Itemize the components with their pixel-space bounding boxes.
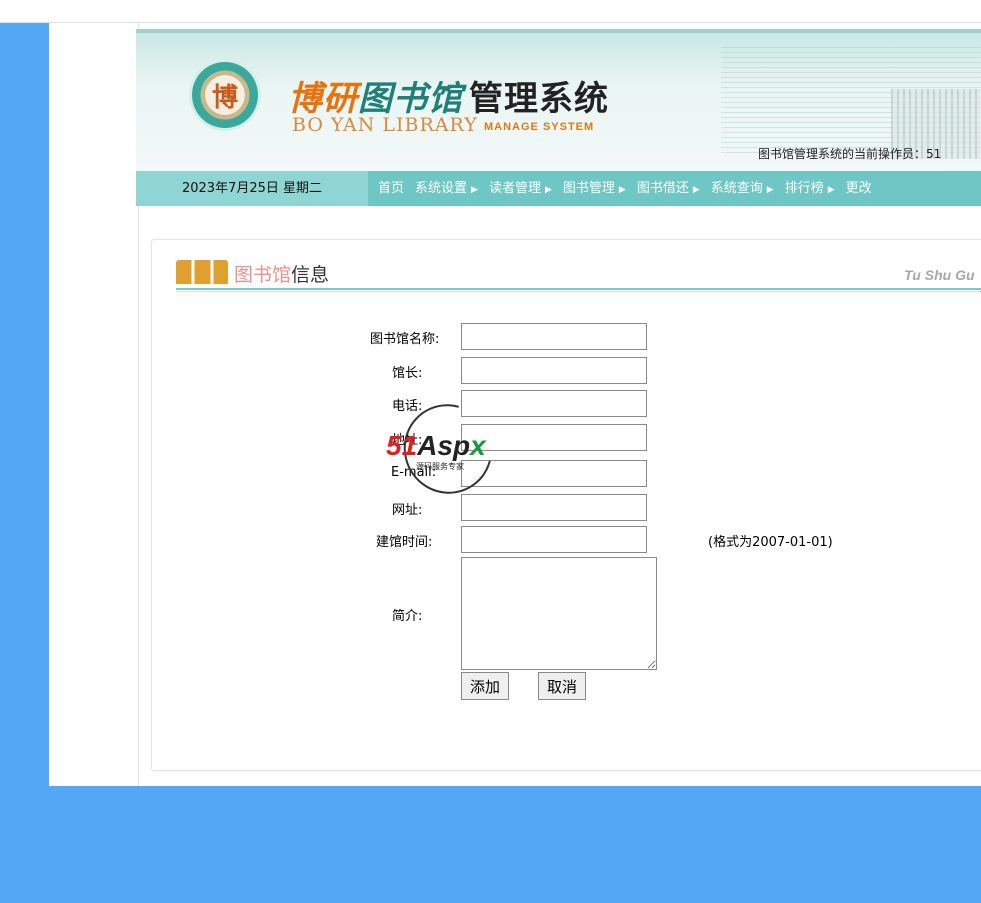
- intro-label: 简介:: [392, 609, 423, 624]
- section-title-en: Tu Shu Gu: [904, 267, 975, 283]
- founded-date-input[interactable]: [461, 526, 647, 553]
- email-label: E-mail:: [391, 465, 437, 480]
- header-banner: 博 博研图书馆 管理系统 BO YAN LIBRARY MANAGE SYSTEM…: [136, 29, 981, 171]
- section-title: 图书馆信息: [234, 264, 330, 286]
- triangle-right-icon: ▶: [471, 185, 478, 195]
- library-name-input[interactable]: [461, 323, 647, 350]
- nav-item-reader-management[interactable]: 读者管理 ▶: [489, 171, 552, 206]
- current-date: 2023年7月25日 星期二: [136, 171, 368, 206]
- add-button[interactable]: 添加: [461, 672, 510, 700]
- logo-char: 博: [211, 82, 238, 113]
- founded-date-label: 建馆时间:: [376, 535, 433, 550]
- nav-item-system-query[interactable]: 系统查询 ▶: [711, 171, 774, 206]
- app-subtitle-en2: MANAGE SYSTEM: [484, 121, 595, 133]
- triangle-right-icon: ▶: [827, 185, 835, 195]
- title-part3: 管理系统: [469, 79, 609, 119]
- website-input[interactable]: [461, 494, 647, 521]
- nav-item-home[interactable]: 首页: [378, 171, 404, 206]
- title-part2: 图书馆: [358, 79, 463, 119]
- main-nav: 2023年7月25日 星期二 首页 系统设置 ▶ 读者管理 ▶ 图书管理 ▶ 图书借还…: [136, 171, 981, 206]
- triangle-right-icon: ▶: [692, 185, 700, 195]
- triangle-right-icon: ▶: [766, 185, 774, 195]
- section-dotline: [176, 291, 981, 292]
- triangle-right-icon: ▶: [618, 185, 626, 195]
- phone-input[interactable]: [461, 390, 647, 417]
- website-label: 网址:: [392, 503, 423, 518]
- founded-date-hint: (格式为2007-01-01): [708, 535, 833, 550]
- browser-top-strip: [0, 0, 981, 23]
- curator-input[interactable]: [461, 357, 647, 384]
- nav-item-book-management[interactable]: 图书管理 ▶: [563, 171, 626, 206]
- intro-textarea[interactable]: [461, 557, 657, 670]
- nav-item-borrow-return[interactable]: 图书借还 ▶: [637, 171, 700, 206]
- books-icon: [176, 260, 228, 284]
- address-label: 地址:: [392, 433, 423, 448]
- title-part1: 博研: [288, 79, 358, 119]
- curator-label: 馆长:: [392, 366, 423, 381]
- address-input[interactable]: [461, 424, 647, 451]
- nav-item-system-settings[interactable]: 系统设置 ▶: [415, 171, 478, 206]
- phone-label: 电话:: [392, 399, 423, 414]
- library-logo-icon: 博: [192, 62, 258, 128]
- section-header: 图书馆信息 Tu Shu Gu: [176, 257, 981, 289]
- section-underline: [176, 288, 981, 290]
- nav-menu: 首页 系统设置 ▶ 读者管理 ▶ 图书管理 ▶ 图书借还 ▶ 系统查询 ▶ 排行榜 ▶ 更改: [378, 171, 883, 206]
- app-title: 博研图书馆 管理系统: [288, 71, 609, 120]
- email-input[interactable]: [461, 460, 647, 487]
- nav-item-change[interactable]: 更改: [846, 171, 872, 206]
- nav-item-ranking[interactable]: 排行榜 ▶: [785, 171, 835, 206]
- cancel-button[interactable]: 取消: [538, 672, 587, 700]
- library-name-label: 图书馆名称:: [370, 332, 440, 347]
- triangle-right-icon: ▶: [544, 185, 552, 195]
- app-subtitle-en: BO YAN LIBRARY: [292, 114, 478, 136]
- current-operator: 图书馆管理系统的当前操作员：51: [758, 147, 942, 161]
